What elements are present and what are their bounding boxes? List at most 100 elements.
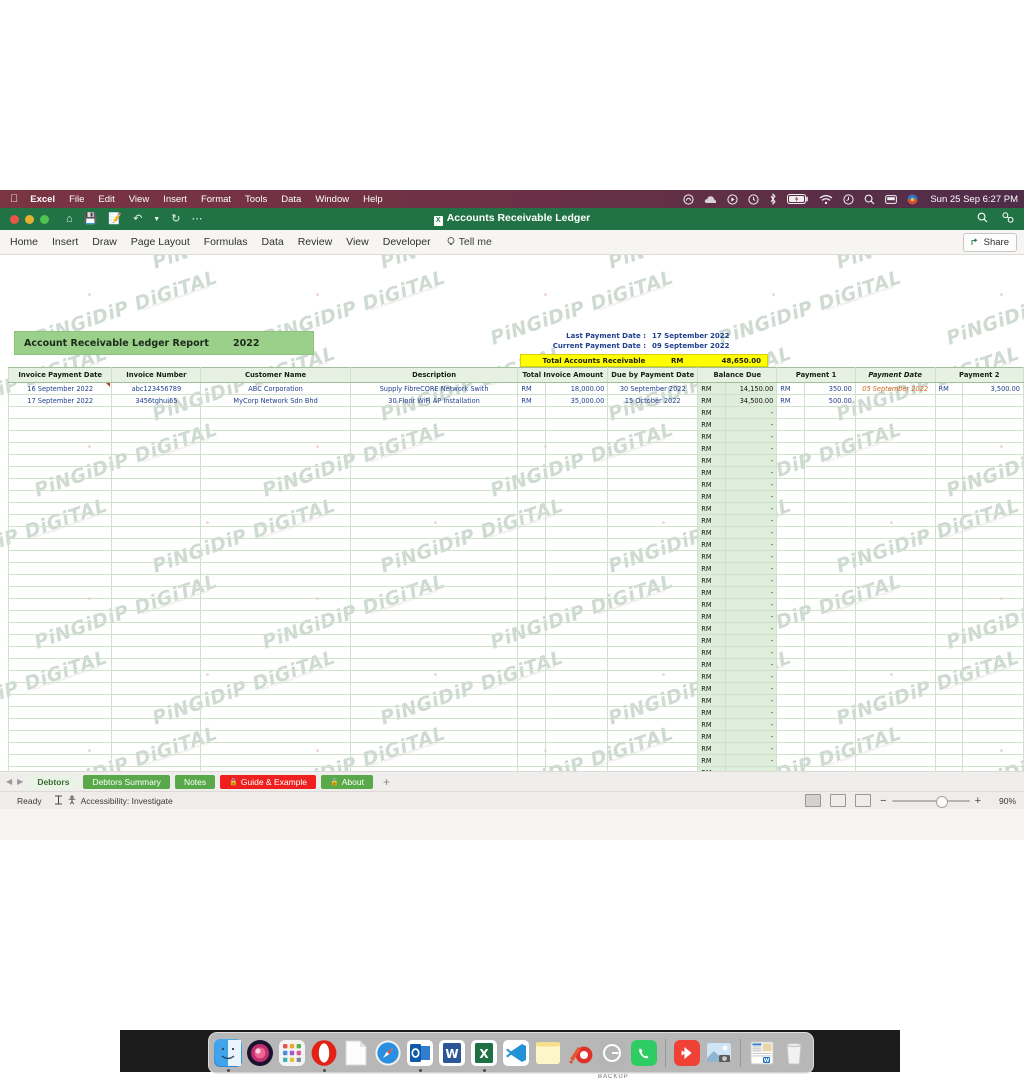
cell-payment-date[interactable] [854,742,936,755]
user-avatar-icon[interactable] [907,194,918,205]
cell-payment-date[interactable] [854,706,936,719]
cell-payment1-amount[interactable] [803,406,856,419]
cell-total-amount[interactable] [545,406,609,419]
table-row[interactable]: RM- [7,502,1024,515]
cell-invoice-number[interactable] [111,406,202,419]
cell-payment1-currency[interactable] [776,718,805,731]
cell-total-amount[interactable]: 35,000.00 [545,394,609,407]
cell-payment-date[interactable] [854,754,936,767]
cell-total-currency[interactable] [517,538,547,551]
cell-payment1-amount[interactable] [803,538,856,551]
menu-item-help[interactable]: Help [363,194,383,205]
cell-balance-amount[interactable]: - [724,502,778,515]
cell-total-currency[interactable] [517,634,547,647]
cell-total-amount[interactable] [545,622,609,635]
cell-payment-date[interactable] [854,406,936,419]
cell-payment2-currency[interactable] [934,586,964,599]
cell-payment-date[interactable] [854,526,936,539]
cell-total-currency[interactable] [517,622,547,635]
cell-invoice-payment-date[interactable] [7,550,113,563]
cell-due-by-payment-date[interactable] [607,622,699,635]
cell-payment-date[interactable] [854,682,936,695]
cell-payment2-amount[interactable] [962,490,1024,503]
cell-balance-currency[interactable]: RM [697,598,726,611]
table-row[interactable]: RM- [7,454,1024,467]
col-payment-date[interactable]: Payment Date [854,367,936,383]
cell-invoice-number[interactable] [111,706,202,719]
dock-cleanmymac-icon[interactable] [566,1039,594,1067]
cell-invoice-payment-date[interactable] [7,598,113,611]
cell-customer-name[interactable] [200,742,351,755]
menu-bar-clock[interactable]: Sun 25 Sep 6:27 PM [930,194,1018,205]
cell-balance-currency[interactable]: RM [697,670,726,683]
cell-total-amount[interactable] [545,418,609,431]
prev-sheet-icon[interactable]: ◀ [6,777,12,786]
cell-description[interactable] [349,502,519,515]
cell-payment1-amount[interactable] [803,646,856,659]
cell-balance-currency[interactable]: RM [697,562,726,575]
cell-payment2-currency[interactable] [934,418,964,431]
cell-payment1-currency[interactable] [776,754,805,767]
menu-item-tools[interactable]: Tools [245,194,267,205]
cell-invoice-payment-date[interactable] [7,526,113,539]
cell-payment1-currency[interactable]: RM [776,394,805,407]
cell-payment1-currency[interactable] [776,622,805,635]
cell-invoice-number[interactable]: 3456tghui65 [111,394,202,407]
sheet-tab-guide-example[interactable]: 🔒 Guide & Example [220,774,317,789]
table-row[interactable]: RM- [7,598,1024,611]
cell-invoice-payment-date[interactable] [7,634,113,647]
cell-invoice-payment-date[interactable] [7,682,113,695]
cell-balance-currency[interactable]: RM [697,466,726,479]
cell-invoice-payment-date[interactable] [7,718,113,731]
collaborate-icon[interactable] [1002,212,1014,226]
cell-due-by-payment-date[interactable] [607,646,699,659]
dock-finder-icon[interactable] [214,1039,242,1072]
cell-total-amount[interactable] [545,658,609,671]
cell-payment2-currency[interactable] [934,490,964,503]
cell-payment1-currency[interactable] [776,682,805,695]
cell-payment2-amount[interactable] [962,406,1024,419]
dock-safari-icon[interactable] [374,1039,402,1067]
cell-payment2-currency[interactable] [934,502,964,515]
cell-total-amount[interactable] [545,574,609,587]
page-break-icon[interactable] [855,794,872,807]
table-row[interactable]: RM- [7,646,1024,659]
cell-due-by-payment-date[interactable] [607,526,699,539]
cell-total-currency[interactable]: RM [517,382,547,395]
cell-description[interactable] [349,418,519,431]
cell-payment1-amount[interactable] [803,514,856,527]
cell-payment-date[interactable] [854,730,936,743]
cell-balance-amount[interactable]: - [724,538,778,551]
cell-invoice-payment-date[interactable]: 16 September 2022 [7,382,113,395]
dock-launchpad-icon[interactable] [278,1039,306,1067]
cell-total-currency[interactable] [517,574,547,587]
comment-marker-icon[interactable] [106,383,111,387]
cell-payment2-currency[interactable] [934,706,964,719]
cell-total-currency[interactable] [517,478,547,491]
cell-payment2-currency[interactable] [934,730,964,743]
cell-invoice-payment-date[interactable] [7,538,113,551]
cell-invoice-number[interactable] [111,562,202,575]
cell-balance-amount[interactable]: - [724,586,778,599]
cell-description[interactable] [349,670,519,683]
cell-customer-name[interactable] [200,718,351,731]
cell-due-by-payment-date[interactable] [607,562,699,575]
cell-payment1-currency[interactable] [776,634,805,647]
cell-balance-currency[interactable]: RM [697,442,726,455]
cell-balance-currency[interactable]: RM [697,646,726,659]
cell-customer-name[interactable]: ABC Corporation [200,382,351,395]
tab-insert[interactable]: Insert [52,236,78,248]
cell-payment-date[interactable] [854,466,936,479]
cell-payment-date[interactable] [854,562,936,575]
cell-payment2-amount[interactable] [962,646,1024,659]
cell-payment2-amount[interactable] [962,634,1024,647]
cell-total-amount[interactable] [545,430,609,443]
cell-balance-amount[interactable]: - [724,718,778,731]
cell-payment2-amount[interactable] [962,418,1024,431]
cell-total-currency[interactable] [517,442,547,455]
cell-description[interactable] [349,730,519,743]
cell-customer-name[interactable] [200,514,351,527]
cell-balance-amount[interactable]: - [724,442,778,455]
cell-payment2-currency[interactable] [934,514,964,527]
cell-due-by-payment-date[interactable] [607,406,699,419]
